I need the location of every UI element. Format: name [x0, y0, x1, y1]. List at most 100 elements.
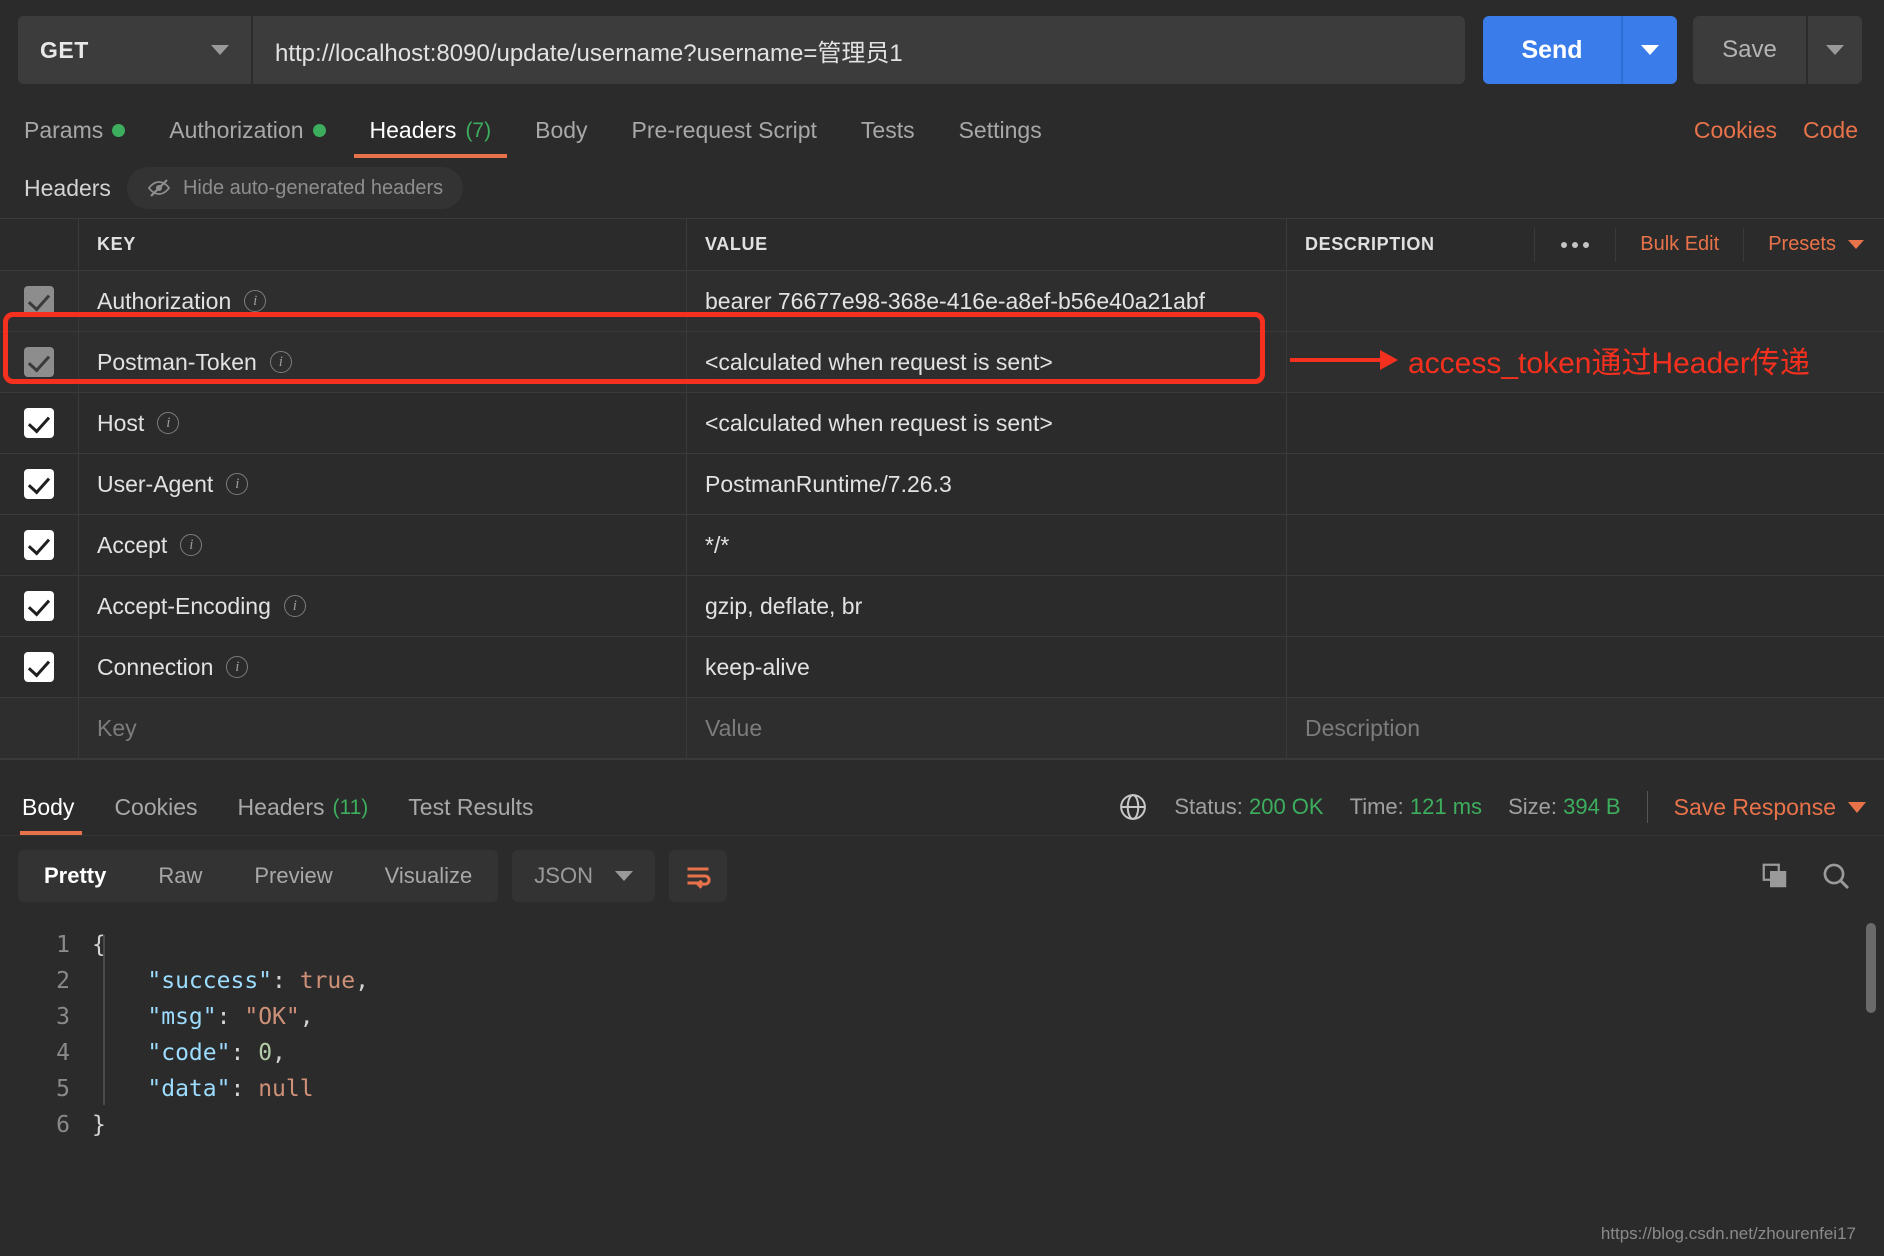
eye-slash-icon	[147, 179, 171, 197]
table-row[interactable]: User-Agent i PostmanRuntime/7.26.3	[0, 454, 1884, 515]
row-checkbox[interactable]	[24, 347, 54, 377]
save-button[interactable]: Save	[1693, 16, 1806, 84]
table-row[interactable]: Postman-Token i <calculated when request…	[0, 332, 1884, 393]
size-label: Size:	[1508, 794, 1557, 819]
http-method-label: GET	[40, 36, 89, 63]
save-button-group: Save	[1693, 16, 1862, 84]
row-checkbox[interactable]	[24, 530, 54, 560]
code-content: }	[92, 1112, 106, 1138]
code-line: 4 "code": 0,	[0, 1035, 1884, 1071]
info-icon[interactable]: i	[180, 534, 203, 556]
row-checkbox[interactable]	[24, 469, 54, 499]
cookies-link[interactable]: Cookies	[1694, 117, 1777, 144]
modified-dot-icon	[312, 124, 326, 137]
tab-params[interactable]: Params	[18, 117, 147, 158]
table-row[interactable]: Host i <calculated when request is sent>	[0, 393, 1884, 454]
bulk-edit-button[interactable]: Bulk Edit	[1615, 227, 1743, 262]
save-options-button[interactable]	[1806, 16, 1862, 84]
row-checkbox[interactable]	[24, 652, 54, 682]
code-link[interactable]: Code	[1803, 117, 1858, 144]
vertical-scrollbar[interactable]	[1866, 923, 1876, 1013]
headers-table: KEY VALUE DESCRIPTION Bulk Edit Presets …	[0, 218, 1884, 759]
view-mode-preview[interactable]: Preview	[228, 850, 358, 902]
new-header-description-input[interactable]: Description	[1305, 715, 1420, 742]
info-icon[interactable]: i	[226, 473, 249, 495]
info-icon[interactable]: i	[269, 351, 292, 373]
search-icon[interactable]	[1820, 860, 1852, 892]
globe-icon	[1120, 794, 1147, 820]
new-header-row[interactable]: Key Value Description	[0, 698, 1884, 759]
response-body-tools	[1760, 860, 1866, 892]
info-icon[interactable]: i	[157, 412, 180, 434]
tab-headers[interactable]: Headers (7)	[348, 117, 514, 158]
hide-auto-generated-headers-button[interactable]: Hide auto-generated headers	[126, 167, 464, 209]
tab-label: Cookies	[114, 794, 198, 820]
presets-label: Presets	[1768, 233, 1836, 255]
info-icon[interactable]: i	[226, 656, 249, 678]
header-value: <calculated when request is sent>	[705, 348, 1053, 375]
tab-count-badge: (11)	[332, 795, 369, 819]
code-content: "data": null	[147, 1076, 314, 1102]
view-mode-visualize[interactable]: Visualize	[359, 850, 499, 902]
tab-settings[interactable]: Settings	[937, 117, 1064, 158]
row-checkbox[interactable]	[24, 286, 54, 316]
table-row[interactable]: Accept-Encoding i gzip, deflate, br	[0, 576, 1884, 637]
send-button[interactable]: Send	[1483, 16, 1621, 84]
info-icon[interactable]: i	[244, 290, 267, 312]
table-row[interactable]: Connection i keep-alive	[0, 637, 1884, 698]
line-number: 3	[56, 1004, 70, 1030]
info-icon[interactable]: i	[283, 595, 306, 617]
response-tab-cookies[interactable]: Cookies	[94, 794, 217, 835]
json-value: "OK"	[244, 1004, 300, 1030]
headers-subbar: Headers Hide auto-generated headers	[0, 158, 1884, 218]
tab-label: Headers	[237, 794, 325, 820]
response-format-label: JSON	[534, 862, 593, 888]
tab-label: Body	[22, 794, 75, 820]
response-tab-headers[interactable]: Headers (11)	[218, 794, 389, 835]
save-response-button[interactable]: Save Response	[1674, 794, 1866, 821]
json-value: true	[299, 968, 356, 994]
line-number: 4	[56, 1040, 70, 1066]
url-input[interactable]: http://localhost:8090/update/username?us…	[251, 16, 1465, 84]
status-label: Status:	[1174, 794, 1243, 819]
line-number: 2	[56, 968, 70, 994]
response-tab-bar: Body Cookies Headers (11) Test Results S…	[0, 773, 1884, 835]
chevron-down-icon	[1826, 45, 1844, 55]
divider	[1646, 791, 1648, 823]
response-body-code[interactable]: 1 { 2 "success": true, 3 "msg": "OK", 4 …	[0, 915, 1884, 1143]
response-format-selector[interactable]: JSON	[512, 849, 655, 902]
header-value: keep-alive	[705, 653, 810, 680]
tab-tests[interactable]: Tests	[839, 117, 937, 158]
response-tab-body[interactable]: Body	[18, 794, 94, 835]
response-body-toolbar: Pretty Raw Preview Visualize JSON	[0, 835, 1884, 915]
tab-authorization[interactable]: Authorization	[147, 117, 347, 158]
wrap-lines-button[interactable]	[668, 849, 727, 902]
send-options-button[interactable]	[1621, 16, 1677, 84]
table-row[interactable]: Authorization i bearer 76677e98-368e-416…	[0, 271, 1884, 332]
view-mode-pretty[interactable]: Pretty	[18, 850, 132, 902]
header-value: bearer 76677e98-368e-416e-a8ef-b56e40a21…	[705, 287, 1206, 314]
new-header-value-input[interactable]: Value	[705, 715, 762, 742]
json-key: "success"	[147, 968, 273, 994]
presets-button[interactable]: Presets	[1743, 227, 1884, 262]
line-number: 5	[56, 1076, 70, 1102]
http-method-selector[interactable]: GET	[18, 16, 251, 84]
tab-body[interactable]: Body	[513, 117, 609, 158]
row-checkbox[interactable]	[24, 591, 54, 621]
view-mode-raw[interactable]: Raw	[132, 850, 228, 902]
more-options-button[interactable]	[1534, 227, 1615, 262]
header-value: gzip, deflate, br	[705, 592, 863, 619]
response-tab-test-results[interactable]: Test Results	[388, 794, 553, 835]
json-key: "msg"	[147, 1004, 217, 1030]
new-header-key-input[interactable]: Key	[97, 715, 137, 742]
row-checkbox[interactable]	[24, 408, 54, 438]
time-label: Time:	[1349, 794, 1404, 819]
header-key: Host	[97, 409, 145, 436]
header-value: <calculated when request is sent>	[705, 409, 1053, 436]
copy-icon[interactable]	[1760, 861, 1790, 891]
header-key: Authorization	[97, 287, 232, 314]
tab-label: Authorization	[169, 117, 304, 143]
tab-pre-request-script[interactable]: Pre-request Script	[610, 117, 839, 158]
header-key: Connection	[97, 653, 214, 680]
table-row[interactable]: Accept i */*	[0, 515, 1884, 576]
